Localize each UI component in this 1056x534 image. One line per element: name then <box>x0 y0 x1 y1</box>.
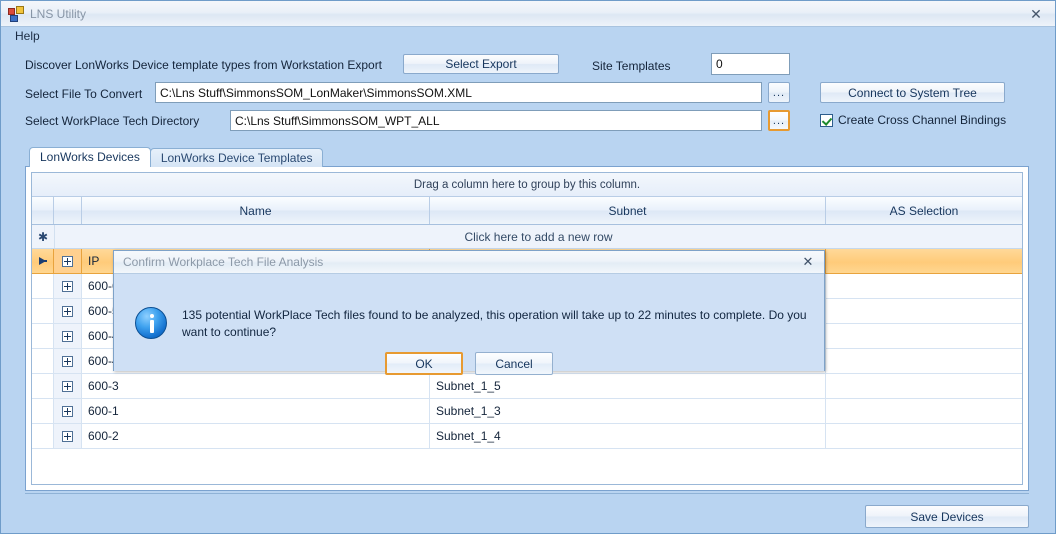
dialog-ok-button[interactable]: OK <box>385 352 463 375</box>
window-title: LNS Utility <box>30 6 87 21</box>
current-row-arrow-icon <box>39 257 47 265</box>
plus-icon <box>62 355 73 367</box>
row-indicator <box>32 299 54 323</box>
info-icon <box>135 307 167 339</box>
table-row[interactable]: 600-3 Subnet_1_5 <box>32 374 1022 399</box>
cell-subnet[interactable]: Subnet_1_4 <box>430 424 826 448</box>
cell-subnet[interactable]: Subnet_1_5 <box>430 374 826 398</box>
wpt-directory-label: Select WorkPlace Tech Directory <box>25 114 200 128</box>
dialog-body: 135 potential WorkPlace Tech files found… <box>114 274 824 375</box>
cross-channel-label: Create Cross Channel Bindings <box>838 113 1007 127</box>
cell-as-selection[interactable] <box>826 249 1022 273</box>
cell-as-selection[interactable] <box>826 374 1022 398</box>
grid-empty-area <box>32 449 1022 484</box>
table-row[interactable]: 600-1 Subnet_1_3 <box>32 399 1022 424</box>
dialog-message: 135 potential WorkPlace Tech files found… <box>182 308 807 339</box>
discover-label: Discover LonWorks Device template types … <box>25 58 383 72</box>
cell-name[interactable]: 600-2 <box>82 424 430 448</box>
dialog-cancel-button[interactable]: Cancel <box>475 352 553 375</box>
cell-subnet[interactable]: Subnet_1_3 <box>430 399 826 423</box>
row-expand-button[interactable] <box>54 249 82 273</box>
tab-lonworks-devices[interactable]: LonWorks Devices <box>29 147 151 167</box>
menu-item-help[interactable]: Help <box>7 27 48 45</box>
connect-to-system-tree-button[interactable]: Connect to System Tree <box>820 82 1005 103</box>
site-templates-label: Site Templates <box>592 59 671 73</box>
row-expand-button[interactable] <box>54 374 82 398</box>
row-expand-button[interactable] <box>54 324 82 348</box>
create-cross-channel-bindings-checkbox[interactable]: Create Cross Channel Bindings <box>820 113 1006 127</box>
wpt-directory-input[interactable] <box>230 110 762 131</box>
file-to-convert-input[interactable] <box>155 82 762 103</box>
dialog-button-row: OK Cancel <box>114 352 824 375</box>
group-by-panel[interactable]: Drag a column here to group by this colu… <box>32 173 1022 197</box>
browse-file-button[interactable]: ... <box>768 82 790 103</box>
lns-utility-window: LNS Utility ✕ Help Discover LonWorks Dev… <box>0 0 1056 534</box>
grid-header-row: Name Subnet AS Selection <box>32 197 1022 225</box>
cell-as-selection[interactable] <box>826 274 1022 298</box>
row-indicator <box>32 424 54 448</box>
cell-name[interactable]: 600-1 <box>82 399 430 423</box>
row-indicator <box>32 399 54 423</box>
cell-as-selection[interactable] <box>826 324 1022 348</box>
dialog-titlebar: Confirm Workplace Tech File Analysis ✕ <box>114 251 824 274</box>
dialog-close-icon[interactable]: ✕ <box>798 253 818 271</box>
plus-icon <box>62 305 73 317</box>
row-expand-button[interactable] <box>54 349 82 373</box>
window-titlebar: LNS Utility ✕ <box>1 1 1055 27</box>
close-icon[interactable]: ✕ <box>1025 4 1047 24</box>
dialog-title: Confirm Workplace Tech File Analysis <box>123 255 324 269</box>
column-header-name[interactable]: Name <box>82 197 430 224</box>
column-header-as-selection[interactable]: AS Selection <box>826 197 1022 224</box>
column-header-indicator <box>32 197 54 224</box>
row-expand-button[interactable] <box>54 399 82 423</box>
row-indicator <box>32 349 54 373</box>
footer-divider <box>25 493 1029 494</box>
app-icon <box>8 5 24 22</box>
file-to-convert-label: Select File To Convert <box>25 87 143 101</box>
plus-icon <box>62 255 73 267</box>
plus-icon <box>62 405 73 417</box>
plus-icon <box>62 430 73 442</box>
cell-name[interactable]: 600-3 <box>82 374 430 398</box>
cell-as-selection[interactable] <box>826 399 1022 423</box>
cell-as-selection[interactable] <box>826 349 1022 373</box>
tabstrip: LonWorks Devices LonWorks Device Templat… <box>29 147 324 167</box>
tab-lonworks-device-templates[interactable]: LonWorks Device Templates <box>149 148 324 167</box>
plus-icon <box>62 380 73 392</box>
save-devices-button[interactable]: Save Devices <box>865 505 1029 528</box>
site-templates-input[interactable] <box>711 53 790 75</box>
cell-as-selection[interactable] <box>826 424 1022 448</box>
grid-new-row[interactable]: ✱ Click here to add a new row <box>32 225 1022 249</box>
row-expand-button[interactable] <box>54 299 82 323</box>
checkmark-icon <box>820 113 833 127</box>
table-row[interactable]: 600-2 Subnet_1_4 <box>32 424 1022 449</box>
row-indicator <box>32 374 54 398</box>
new-row-asterisk-icon: ✱ <box>32 225 55 248</box>
confirm-dialog: Confirm Workplace Tech File Analysis ✕ 1… <box>113 250 825 375</box>
row-indicator <box>32 324 54 348</box>
browse-directory-button[interactable]: ... <box>768 110 790 131</box>
column-header-expand <box>54 197 82 224</box>
row-indicator <box>32 274 54 298</box>
select-export-button[interactable]: Select Export <box>403 54 559 74</box>
row-expand-button[interactable] <box>54 274 82 298</box>
cell-as-selection[interactable] <box>826 299 1022 323</box>
new-row-hint: Click here to add a new row <box>464 229 613 244</box>
row-expand-button[interactable] <box>54 424 82 448</box>
row-indicator <box>32 249 54 273</box>
menubar: Help <box>1 27 1055 47</box>
plus-icon <box>62 330 73 342</box>
plus-icon <box>62 280 73 292</box>
column-header-subnet[interactable]: Subnet <box>430 197 826 224</box>
